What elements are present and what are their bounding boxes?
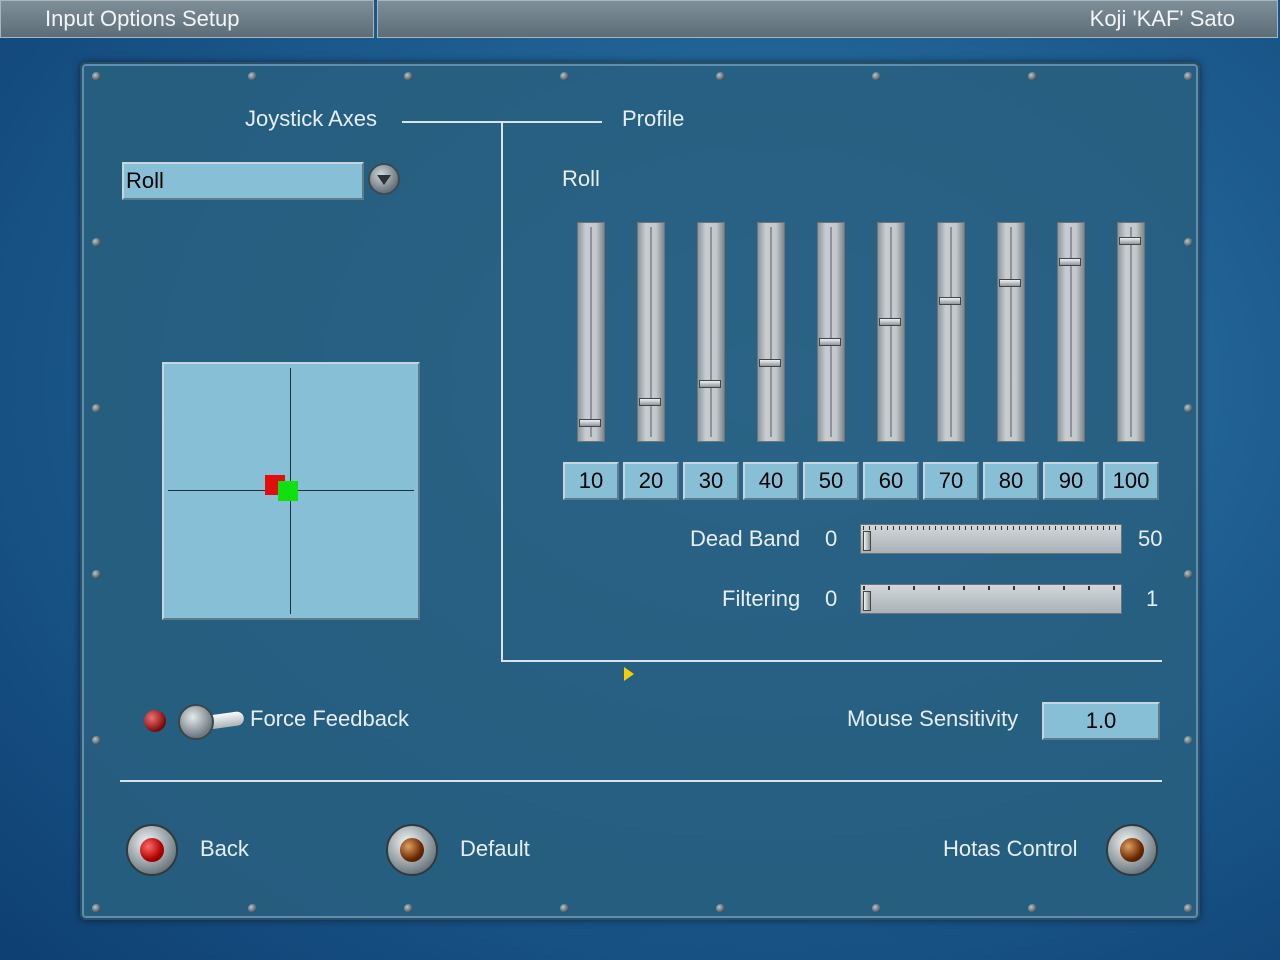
profile-slider-90[interactable]	[1057, 222, 1085, 442]
profile-point-label: 20	[623, 462, 679, 500]
rivet	[1184, 404, 1193, 413]
profile-point-label: 90	[1043, 462, 1099, 500]
rivet	[872, 904, 881, 913]
rivet	[1028, 72, 1037, 81]
rivet	[560, 904, 569, 913]
rivet	[560, 72, 569, 81]
amber-light-icon	[400, 838, 424, 862]
joystick-position-display	[162, 362, 420, 620]
rivet	[92, 736, 101, 745]
dead-band-max: 50	[1138, 526, 1163, 551]
profile-slider-thumb[interactable]	[1059, 258, 1081, 266]
mouse-sensitivity-input[interactable]: 1.0	[1042, 702, 1160, 740]
profile-slider-thumb[interactable]	[699, 380, 721, 388]
back-label[interactable]: Back	[200, 836, 249, 862]
profile-slider-50[interactable]	[817, 222, 845, 442]
profile-axis-label: Roll	[562, 166, 600, 191]
dead-band-ticks	[863, 526, 1119, 530]
profile-point-label: 30	[683, 462, 739, 500]
default-label[interactable]: Default	[460, 836, 530, 862]
filtered-position-marker	[278, 481, 298, 501]
user-name: Koji 'KAF' Sato	[377, 0, 1278, 38]
rivet	[1028, 904, 1037, 913]
joystick-axes-heading: Joystick Axes	[245, 106, 378, 131]
profile-slider-20[interactable]	[637, 222, 665, 442]
profile-point-label: 10	[563, 462, 619, 500]
filtering-ticks	[863, 586, 1119, 590]
window-title: Input Options Setup	[0, 0, 374, 38]
back-button[interactable]	[126, 824, 178, 876]
filtering-max: 1	[1146, 586, 1159, 611]
force-feedback-indicator-icon	[144, 710, 166, 732]
rivet	[1184, 238, 1193, 247]
profile-bottom-divider	[501, 660, 1162, 662]
profile-slider-thumb[interactable]	[639, 398, 661, 406]
input-options-panel: Joystick Axes Profile Roll Roll 10 20 30 40…	[80, 62, 1200, 920]
profile-slider-thumb[interactable]	[1119, 237, 1141, 245]
dead-band-slider[interactable]	[860, 524, 1122, 554]
profile-slider-thumb[interactable]	[759, 359, 781, 367]
rivet	[1184, 736, 1193, 745]
profile-slider-30[interactable]	[697, 222, 725, 442]
red-light-icon	[140, 838, 164, 862]
profile-heading: Profile	[622, 106, 685, 131]
mouse-sensitivity-label: Mouse Sensitivity	[847, 706, 1019, 731]
hotas-control-button[interactable]	[1106, 824, 1158, 876]
rivet	[1184, 570, 1193, 579]
dead-band-label: Dead Band	[690, 526, 801, 551]
filtering-label: Filtering	[722, 586, 801, 611]
profile-point-label: 40	[743, 462, 799, 500]
rivet	[92, 72, 101, 81]
profile-point-label: 70	[923, 462, 979, 500]
mouse-cursor-icon	[624, 667, 634, 681]
rivet	[716, 72, 725, 81]
profile-slider-80[interactable]	[997, 222, 1025, 442]
profile-point-label: 60	[863, 462, 919, 500]
profile-vertical-divider	[501, 121, 503, 661]
profile-slider-100[interactable]	[1117, 222, 1145, 442]
rivet	[716, 904, 725, 913]
chevron-down-icon[interactable]	[368, 163, 400, 195]
profile-slider-10[interactable]	[577, 222, 605, 442]
rivet	[872, 72, 881, 81]
rivet	[404, 72, 413, 81]
footer-divider	[120, 780, 1162, 782]
profile-slider-40[interactable]	[757, 222, 785, 442]
profile-slider-thumb[interactable]	[819, 338, 841, 346]
rivet	[1184, 72, 1193, 81]
amber-light-icon	[1120, 838, 1144, 862]
profile-slider-70[interactable]	[937, 222, 965, 442]
dead-band-min: 0	[825, 526, 838, 551]
hotas-control-label[interactable]: Hotas Control	[943, 836, 1078, 862]
rivet	[92, 238, 101, 247]
profile-point-label: 50	[803, 462, 859, 500]
profile-slider-thumb[interactable]	[939, 297, 961, 305]
rivet	[248, 904, 257, 913]
dead-band-knob[interactable]	[863, 531, 871, 551]
rivet	[92, 404, 101, 413]
default-button[interactable]	[386, 824, 438, 876]
filtering-knob[interactable]	[863, 591, 871, 611]
profile-point-label: 80	[983, 462, 1039, 500]
rivet	[404, 904, 413, 913]
force-feedback-toggle[interactable]	[178, 704, 214, 740]
force-feedback-label: Force Feedback	[250, 706, 409, 731]
profile-slider-thumb[interactable]	[579, 419, 601, 427]
filtering-slider[interactable]	[860, 584, 1122, 614]
profile-slider-thumb[interactable]	[999, 279, 1021, 287]
filtering-min: 0	[825, 586, 838, 611]
profile-slider-60[interactable]	[877, 222, 905, 442]
axis-select[interactable]: Roll	[122, 162, 364, 200]
rivet	[1184, 904, 1193, 913]
profile-slider-thumb[interactable]	[879, 318, 901, 326]
rivet	[92, 570, 101, 579]
rivet	[248, 72, 257, 81]
profile-point-label: 100	[1103, 462, 1159, 500]
rivet	[92, 904, 101, 913]
